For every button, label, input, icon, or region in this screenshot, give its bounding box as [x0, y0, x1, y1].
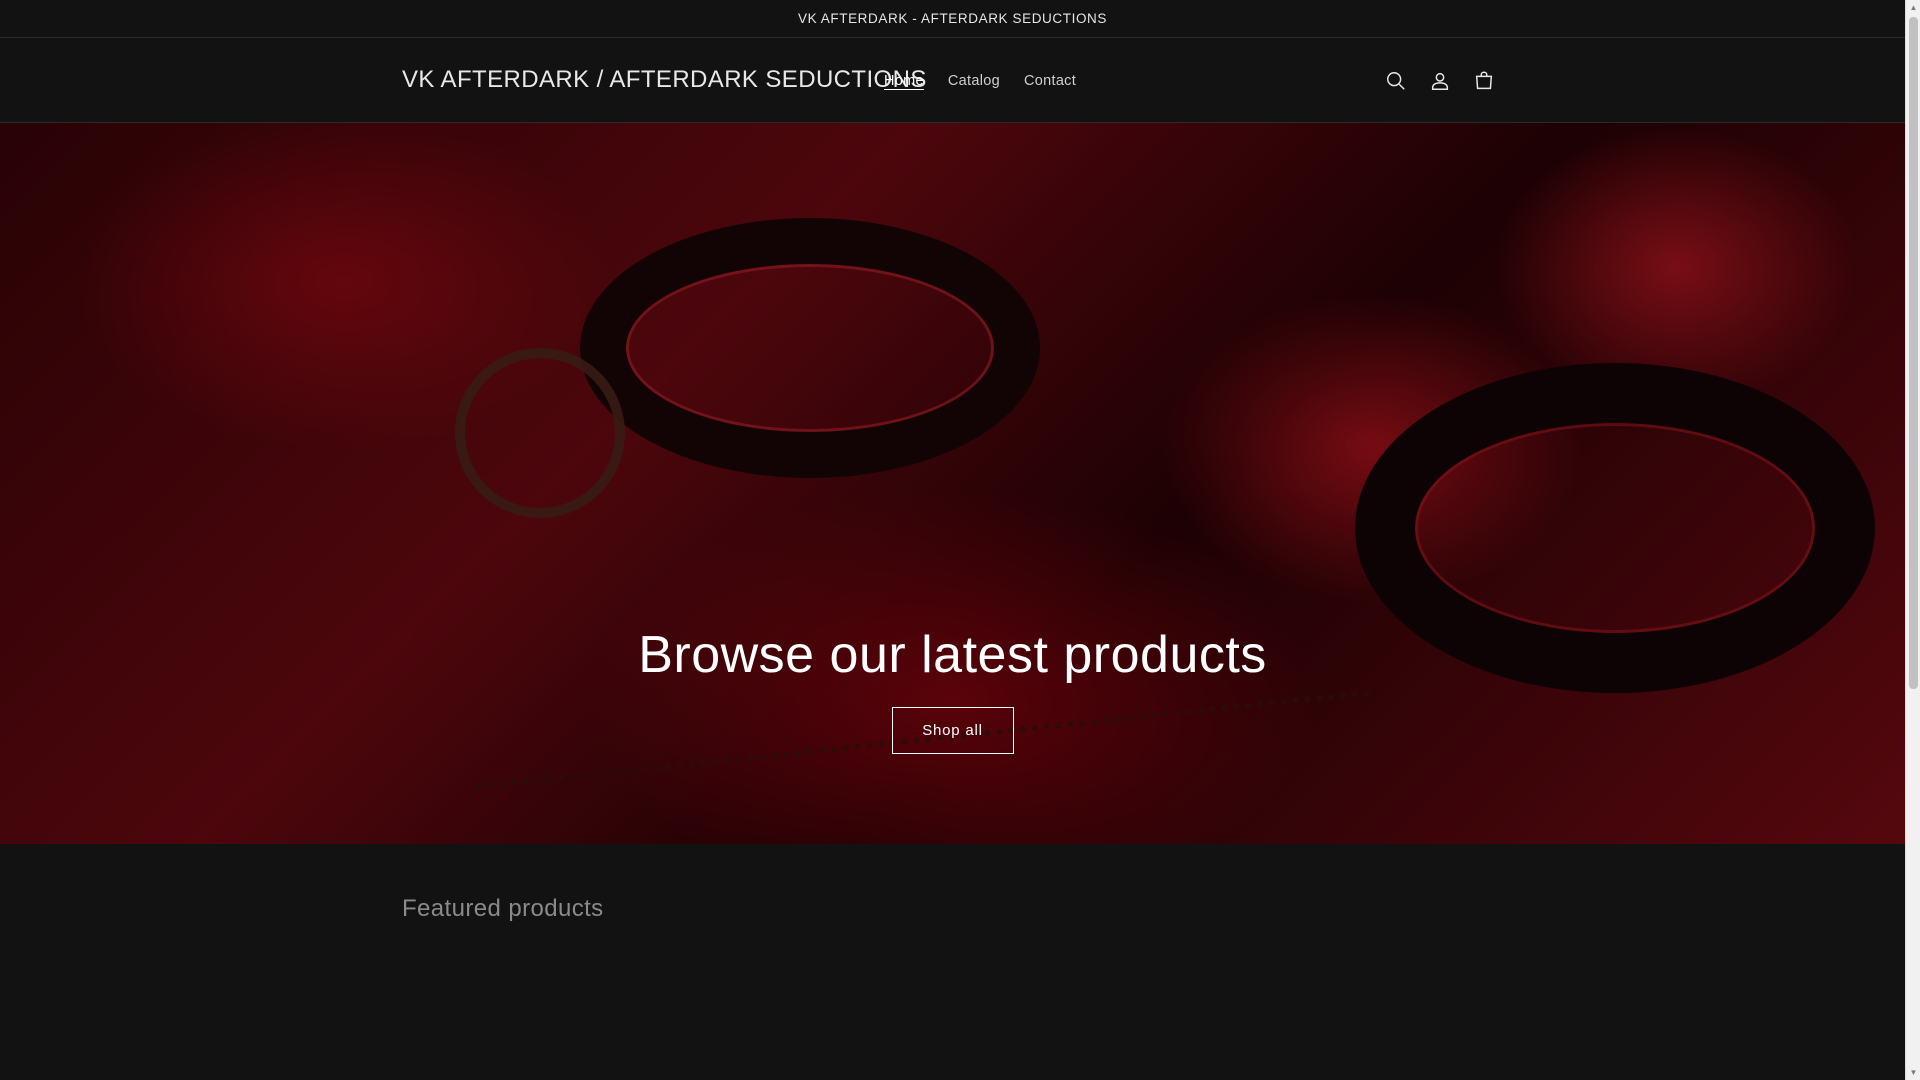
search-icon	[1387, 71, 1405, 90]
account-button[interactable]	[1418, 59, 1462, 103]
scroll-down-arrow-icon[interactable]: ▼	[1906, 1065, 1920, 1080]
main-nav: Home Catalog Contact	[872, 38, 1088, 123]
hero-title: Browse our latest products	[638, 626, 1267, 684]
cart-button[interactable]	[1462, 59, 1506, 103]
nav-contact-link[interactable]: Contact	[1012, 65, 1088, 97]
nav-catalog-link[interactable]: Catalog	[936, 65, 1012, 97]
store-logo[interactable]: VK AFTERDARK / AFTERDARK SEDUCTIONS	[402, 66, 927, 94]
account-icon	[1431, 72, 1449, 90]
shop-all-button[interactable]: Shop all	[891, 707, 1014, 754]
scroll-up-arrow-icon[interactable]: ▲	[1906, 0, 1920, 15]
hero-content: Browse our latest products Shop all	[0, 123, 1905, 844]
page-scrollbar[interactable]: ▲ ▼	[1905, 0, 1920, 1080]
announcement-text: VK AFTERDARK - AFTERDARK SEDUCTIONS	[797, 11, 1108, 26]
announcement-bar: VK AFTERDARK - AFTERDARK SEDUCTIONS	[0, 0, 1905, 38]
cart-icon	[1475, 71, 1493, 89]
header-icons	[1374, 38, 1506, 123]
hero-banner: Browse our latest products Shop all	[0, 123, 1905, 844]
search-button[interactable]	[1374, 59, 1418, 103]
scrollbar-thumb[interactable]	[1909, 17, 1918, 689]
featured-products-heading: Featured products	[402, 895, 604, 922]
nav-home-link[interactable]: Home	[872, 65, 936, 97]
site-header: VK AFTERDARK / AFTERDARK SEDUCTIONS Home…	[0, 38, 1905, 123]
